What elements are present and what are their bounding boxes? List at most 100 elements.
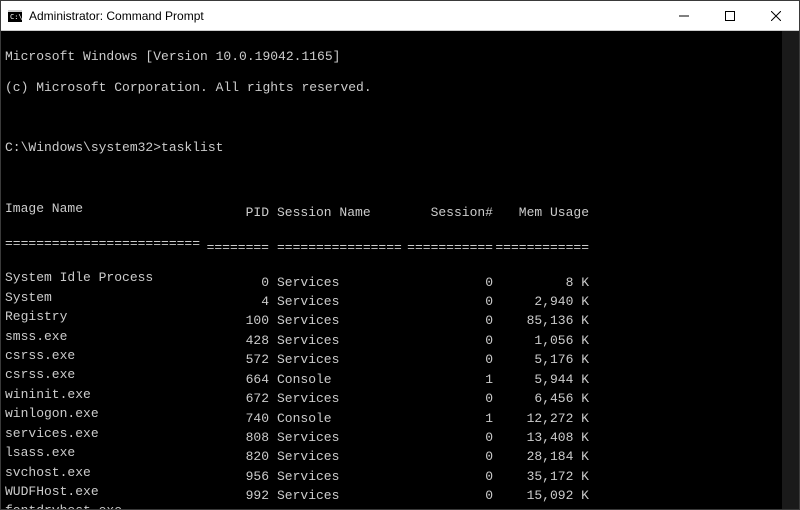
task-pid: 820 xyxy=(205,449,269,464)
task-pid: 572 xyxy=(205,352,269,367)
task-pid: 4 xyxy=(205,294,269,309)
task-row: winlogon.exe740Console112,272 K xyxy=(5,406,799,425)
task-row: svchost.exe956Services035,172 K xyxy=(5,465,799,484)
task-row: fontdrvhost.exe1016Services02,592 K xyxy=(5,503,799,509)
task-row: System4Services02,940 K xyxy=(5,290,799,309)
task-row: lsass.exe820Services028,184 K xyxy=(5,445,799,464)
task-mem: 1,056 K xyxy=(493,333,589,348)
task-session-num: 0 xyxy=(405,469,493,484)
task-session-num: 0 xyxy=(405,488,493,503)
task-name: services.exe xyxy=(5,426,205,441)
task-name: WUDFHost.exe xyxy=(5,484,205,499)
header-session-name: Session Name xyxy=(269,205,405,220)
prompt-path: C:\Windows\system32> xyxy=(5,140,161,155)
close-button[interactable] xyxy=(753,1,799,31)
task-pid: 100 xyxy=(205,313,269,328)
task-mem: 2,592 K xyxy=(493,508,589,509)
task-mem: 85,136 K xyxy=(493,313,589,328)
task-pid: 428 xyxy=(205,333,269,348)
task-row: services.exe808Services013,408 K xyxy=(5,426,799,445)
task-name: csrss.exe xyxy=(5,348,205,363)
task-session: Console xyxy=(269,372,405,387)
typed-command: tasklist xyxy=(161,140,223,155)
table-separator: ========================================… xyxy=(5,236,799,255)
header-image-name: Image Name xyxy=(5,201,205,216)
task-row: csrss.exe664Console15,944 K xyxy=(5,367,799,386)
task-name: csrss.exe xyxy=(5,367,205,382)
task-session: Services xyxy=(269,430,405,445)
task-row: System Idle Process0Services08 K xyxy=(5,270,799,289)
task-session: Services xyxy=(269,449,405,464)
prompt-line: C:\Windows\system32>tasklist xyxy=(5,140,799,155)
task-pid: 0 xyxy=(205,275,269,290)
task-mem: 28,184 K xyxy=(493,449,589,464)
task-pid: 992 xyxy=(205,488,269,503)
task-name: System Idle Process xyxy=(5,270,205,285)
task-session-num: 0 xyxy=(405,275,493,290)
task-name: smss.exe xyxy=(5,329,205,344)
minimize-button[interactable] xyxy=(661,1,707,31)
titlebar[interactable]: C:\ Administrator: Command Prompt xyxy=(1,1,799,31)
blank-line xyxy=(5,171,799,186)
task-session-num: 0 xyxy=(405,333,493,348)
terminal-output[interactable]: Microsoft Windows [Version 10.0.19042.11… xyxy=(1,31,799,509)
svg-text:C:\: C:\ xyxy=(10,13,22,21)
task-pid: 740 xyxy=(205,411,269,426)
task-mem: 8 K xyxy=(493,275,589,290)
task-name: winlogon.exe xyxy=(5,406,205,421)
banner-line: Microsoft Windows [Version 10.0.19042.11… xyxy=(5,49,799,64)
task-session-num: 1 xyxy=(405,411,493,426)
task-session: Services xyxy=(269,469,405,484)
task-session-num: 0 xyxy=(405,352,493,367)
task-pid: 1016 xyxy=(205,508,269,509)
task-session-num: 0 xyxy=(405,449,493,464)
blank-line xyxy=(5,110,799,125)
maximize-button[interactable] xyxy=(707,1,753,31)
task-mem: 12,272 K xyxy=(493,411,589,426)
task-mem: 13,408 K xyxy=(493,430,589,445)
task-session: Services xyxy=(269,275,405,290)
task-row: smss.exe428Services01,056 K xyxy=(5,329,799,348)
task-mem: 5,176 K xyxy=(493,352,589,367)
task-session-num: 0 xyxy=(405,430,493,445)
task-session: Services xyxy=(269,488,405,503)
banner-line: (c) Microsoft Corporation. All rights re… xyxy=(5,80,799,95)
task-session: Console xyxy=(269,411,405,426)
task-mem: 5,944 K xyxy=(493,372,589,387)
task-mem: 2,940 K xyxy=(493,294,589,309)
header-session-num: Session# xyxy=(405,205,493,220)
task-name: wininit.exe xyxy=(5,387,205,402)
task-row: WUDFHost.exe992Services015,092 K xyxy=(5,484,799,503)
task-session: Services xyxy=(269,352,405,367)
task-session-num: 0 xyxy=(405,294,493,309)
task-session-num: 1 xyxy=(405,372,493,387)
task-row: Registry100Services085,136 K xyxy=(5,309,799,328)
task-name: System xyxy=(5,290,205,305)
maximize-icon xyxy=(725,11,735,21)
header-pid: PID xyxy=(205,205,269,220)
task-pid: 672 xyxy=(205,391,269,406)
window-title: Administrator: Command Prompt xyxy=(29,9,204,23)
task-name: Registry xyxy=(5,309,205,324)
task-row: wininit.exe672Services06,456 K xyxy=(5,387,799,406)
close-icon xyxy=(771,11,781,21)
task-pid: 808 xyxy=(205,430,269,445)
vertical-scrollbar[interactable] xyxy=(782,31,799,509)
task-row: csrss.exe572Services05,176 K xyxy=(5,348,799,367)
task-session: Services xyxy=(269,333,405,348)
task-name: lsass.exe xyxy=(5,445,205,460)
task-mem: 15,092 K xyxy=(493,488,589,503)
task-mem: 35,172 K xyxy=(493,469,589,484)
task-session-num: 0 xyxy=(405,508,493,509)
task-session: Services xyxy=(269,391,405,406)
cmd-window: C:\ Administrator: Command Prompt Micros… xyxy=(0,0,800,510)
task-session-num: 0 xyxy=(405,313,493,328)
task-name: fontdrvhost.exe xyxy=(5,503,205,509)
cmd-icon: C:\ xyxy=(7,8,23,24)
task-pid: 664 xyxy=(205,372,269,387)
task-rows-container: System Idle Process0Services08 KSystem4S… xyxy=(5,270,799,509)
task-session: Services xyxy=(269,294,405,309)
task-mem: 6,456 K xyxy=(493,391,589,406)
minimize-icon xyxy=(679,11,689,21)
task-pid: 956 xyxy=(205,469,269,484)
